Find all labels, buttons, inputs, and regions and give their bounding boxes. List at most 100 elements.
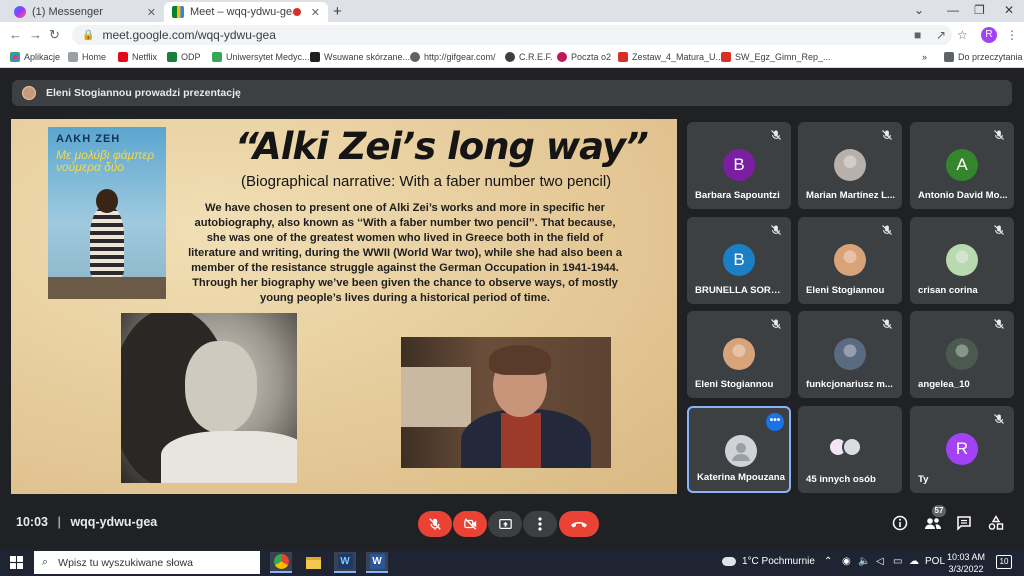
bookmark-label: Aplikacje [24,52,61,62]
mic-off-icon [994,414,1004,424]
participant-tile[interactable]: R Ty [910,406,1014,493]
netflix-icon [118,52,128,62]
meeting-time: 10:03 [16,515,48,529]
notification-center-button[interactable]: 10 [996,555,1012,569]
bookmark-gifgear[interactable]: http://gifgear.com/ [410,52,496,62]
bookmark-apps[interactable]: Aplikacje [10,52,60,62]
bookmark-netflix[interactable]: Netflix [118,52,157,62]
participant-tile[interactable]: B BRUNELLA SORBE... [687,217,791,304]
bookmark-label: Home [82,52,107,62]
menu-icon[interactable]: ⋮ [1006,28,1018,42]
onedrive-icon[interactable]: ☁ [909,556,919,567]
participant-tile[interactable]: B Barbara Sapountzi [687,122,791,209]
participant-name: Katerina Mpouzana [697,472,785,483]
bookmark-label: Wsuwane skórzane... [324,52,411,62]
gear-icon [410,52,420,62]
bookmark-odp[interactable]: ODP [167,52,201,62]
close-icon[interactable]: ✕ [147,6,156,19]
address-bar[interactable]: 🔒 meet.google.com/wqq-ydwu-gea [72,25,952,45]
plus-cross-icon [167,52,177,62]
volume-icon[interactable]: 🔈 [858,556,870,567]
chevron-down-icon[interactable]: ⌄ [914,3,924,17]
battery-icon[interactable]: ▭ [893,556,902,567]
clock-time: 10:03 AM [946,552,986,562]
share-icon[interactable]: ↗ [936,28,946,42]
taskbar-clock[interactable]: 10:03 AM 3/3/2022 [944,551,988,575]
participant-name: Marian Martínez L... [806,190,896,201]
camera-toggle-button[interactable] [453,511,487,537]
participant-tile[interactable]: Eleni Stogiannou [798,217,902,304]
camera-icon[interactable]: ■ [914,28,921,42]
taskbar-app-w[interactable]: W [334,552,356,573]
tab-messenger[interactable]: (1) Messenger ✕ [6,2,164,22]
present-icon [498,519,512,529]
participant-tile[interactable]: ••• Katerina Mpouzana [687,406,791,493]
restore-button[interactable]: ❐ [974,3,985,17]
bookmark-umed[interactable]: Uniwersytet Medyc... [212,52,310,62]
network-icon[interactable]: ◉ [842,556,851,567]
taskbar-chrome[interactable] [270,552,292,573]
bookmark-wsuwane[interactable]: Wsuwane skórzane... [310,52,410,62]
participant-tile[interactable]: funkcjonariusz m... [798,311,902,398]
keyboard-language[interactable]: POL [925,556,945,567]
bookmark-poczta[interactable]: Poczta o2 [557,52,611,62]
participant-name: BRUNELLA SORBE... [695,285,787,296]
meet-icon [172,6,184,18]
taskbar-word[interactable]: W [366,552,388,573]
presenter-text: Eleni Stogiannou prowadzi prezentację [46,87,241,99]
logo-icon [310,52,320,62]
presentation-slide: ΑΛΚΗ ΖΕΗ Με μολύβι φάμπερ νούμερα δύο “A… [11,119,677,494]
more-bookmarks-button[interactable]: » [922,52,927,62]
participant-name: Ty [918,474,929,485]
close-window-button[interactable]: ✕ [1004,3,1014,17]
profile-avatar[interactable]: R [981,27,997,43]
new-tab-button[interactable]: + [333,3,342,20]
bookmark-swegz[interactable]: SW_Egz_Gimn_Rep_... [721,52,831,62]
weather-widget[interactable]: 1°C Pochmurnie [722,556,815,567]
participant-tile[interactable]: A Antonio David Mo... [910,122,1014,209]
chat-button[interactable] [956,515,972,531]
lock-icon: 🔒 [82,29,95,41]
more-options-button[interactable] [523,511,557,537]
tray-chevron-icon[interactable]: ⌃ [824,556,832,567]
meeting-info: 10:03 | wqq-ydwu-gea [16,515,157,529]
activities-button[interactable] [988,515,1004,531]
reload-icon[interactable]: ↻ [49,27,60,43]
doc-icon [721,52,731,62]
leave-call-button[interactable] [559,511,599,537]
reading-list-icon [944,52,954,62]
mic-toggle-button[interactable] [418,511,452,537]
participant-tile[interactable]: crisan corina [910,217,1014,304]
taskbar-file-explorer[interactable] [302,552,324,573]
taskbar-search-box[interactable]: ⌕ Wpisz tu wyszukiwane słowa [34,551,260,574]
browser-toolbar: ← → ↻ 🔒 meet.google.com/wqq-ydwu-gea ■ ↗… [0,22,1024,48]
tab-meet[interactable]: Meet – wqq-ydwu-gea ✕ [164,2,328,22]
forward-icon[interactable]: → [29,27,42,42]
meeting-details-button[interactable] [892,515,908,531]
windows-start-icon[interactable] [10,556,23,569]
participant-tile[interactable]: 45 innych osób [798,406,902,493]
bookmark-cref[interactable]: C.R.E.F. [505,52,553,62]
present-screen-button[interactable] [488,511,522,537]
bookmark-zestaw[interactable]: Zestaw_4_Matura_U... [618,52,723,62]
minimize-button[interactable]: — [947,3,959,17]
mic-off-icon [771,319,781,329]
avatar [723,338,755,370]
meet-area: Eleni Stogiannou prowadzi prezentację ΑΛ… [0,69,1024,549]
sound-icon[interactable]: ◁ [876,556,884,567]
avatar [725,435,757,467]
participant-tile[interactable]: Eleni Stogiannou [687,311,791,398]
participant-tile[interactable]: Marian Martínez L... [798,122,902,209]
reading-list-label: Do przeczytania [958,52,1023,62]
back-icon[interactable]: ← [9,27,22,42]
avatar: R [946,433,978,465]
participant-tile[interactable]: angelea_10 [910,311,1014,398]
mic-off-icon [771,130,781,140]
bookmark-label: Poczta o2 [571,52,612,62]
star-icon[interactable]: ☆ [957,28,968,42]
close-icon[interactable]: ✕ [311,6,320,19]
reading-list-button[interactable]: Do przeczytania [944,52,1023,62]
more-options-icon[interactable]: ••• [766,413,784,431]
bookmark-home[interactable]: Home [68,52,106,62]
people-button[interactable] [924,515,941,531]
